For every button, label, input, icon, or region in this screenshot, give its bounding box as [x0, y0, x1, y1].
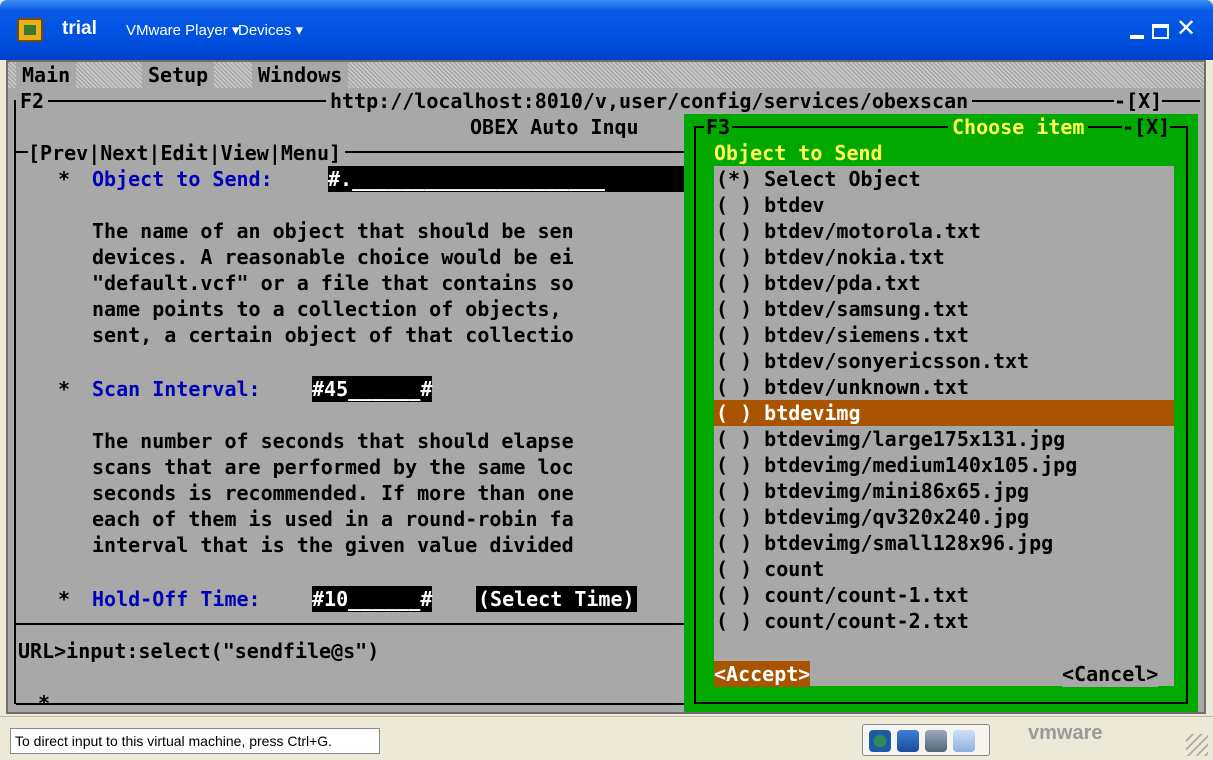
close-button[interactable]: ✕ [1176, 14, 1202, 44]
tui-menu-windows[interactable]: Windows [252, 62, 349, 88]
footer-mark: * [38, 691, 51, 714]
scan-help-4: each of them is used in a round-robin fa [92, 507, 574, 531]
window-title: trial [62, 18, 97, 39]
list-item[interactable]: ( ) btdev/samsung.txt [714, 296, 1174, 322]
object-bullet: * [58, 167, 71, 191]
f3-close-button[interactable]: -[X] [1122, 114, 1171, 140]
url-bottom-rule [16, 703, 688, 705]
list-item[interactable]: ( ) btdev/unknown.txt [714, 374, 1174, 400]
object-help-2: devices. A reasonable choice would be ei [92, 245, 574, 269]
vmware-player-menu[interactable]: VMware Player ▾ [126, 21, 239, 39]
list-item[interactable]: ( ) btdev/motorola.txt [714, 218, 1174, 244]
scan-interval-label: Scan Interval: [92, 377, 261, 401]
object-help-4: name points to a collection of objects, [92, 297, 562, 321]
usb-device-icon[interactable] [953, 730, 975, 752]
device-tray [862, 724, 990, 756]
list-item[interactable]: ( ) btdev [714, 192, 1174, 218]
object-to-send-input[interactable]: #._____________________ [328, 166, 688, 192]
resize-grip-icon[interactable] [1186, 734, 1208, 756]
maximize-button[interactable] [1152, 24, 1169, 39]
f3-right-border [1186, 126, 1188, 704]
window-titlebar: trial VMware Player ▾ Devices ▾ ✕ [0, 0, 1213, 60]
status-message: To direct input to this virtual machine,… [10, 728, 380, 754]
list-item[interactable]: ( ) btdevimg/large175x131.jpg [714, 426, 1174, 452]
cancel-button[interactable]: <Cancel> [1062, 661, 1159, 687]
f3-bottom-border [694, 702, 1188, 704]
f2-nav-bar[interactable]: [Prev|Next|Edit|View|Menu] [28, 140, 346, 166]
f2-close-button[interactable]: -[X] [1114, 88, 1163, 114]
list-item[interactable]: ( ) btdev/sonyericsson.txt [714, 348, 1174, 374]
tui-menu-main[interactable]: Main [16, 62, 77, 88]
list-item-selected[interactable]: ( ) btdevimg [714, 400, 1174, 426]
tui-menu-setup[interactable]: Setup [142, 62, 215, 88]
cd-drive-icon[interactable] [869, 730, 891, 752]
url-command-line[interactable]: URL>input:select("sendfile@s") [18, 638, 379, 664]
tui-menubar: Main Setup Windows [8, 62, 1204, 88]
sound-card-icon[interactable] [925, 730, 947, 752]
f3-top-border [694, 126, 1188, 128]
list-item[interactable]: ( ) btdevimg/qv320x240.jpg [714, 504, 1174, 530]
list-item[interactable]: ( ) btdevimg/medium140x105.jpg [714, 452, 1174, 478]
list-item[interactable]: ( ) count/count-2.txt [714, 608, 1174, 634]
list-item[interactable]: ( ) btdev/nokia.txt [714, 244, 1174, 270]
object-help-5: sent, a certain object of that collectio [92, 323, 574, 347]
f3-left-border [694, 126, 696, 704]
choose-item-dialog: F3 Choose item -[X] Object to Send (*) S… [684, 114, 1198, 712]
list-item[interactable]: ( ) btdevimg/small128x96.jpg [714, 530, 1174, 556]
scan-help-1: The number of seconds that should elapse [92, 429, 574, 453]
scan-help-3: seconds is recommended. If more than one [92, 481, 574, 505]
list-item[interactable]: ( ) count/count-1.txt [714, 582, 1174, 608]
object-to-send-label: Object to Send: [92, 167, 273, 191]
hold-off-time-input[interactable]: #10______# [312, 586, 433, 612]
select-time-button[interactable]: (Select Time) [476, 586, 637, 612]
url-top-rule [16, 623, 688, 625]
list-item[interactable]: (*) Select Object [714, 166, 1174, 192]
scan-help-5: interval that is the given value divided [92, 533, 574, 557]
devices-menu[interactable]: Devices ▾ [238, 21, 303, 39]
hold-bullet: * [58, 587, 71, 611]
object-help-3: "default.vcf" or a file that contains so [92, 271, 574, 295]
scan-bullet: * [58, 377, 71, 401]
hold-off-time-label: Hold-Off Time: [92, 587, 261, 611]
list-item[interactable]: ( ) count [714, 556, 1174, 582]
f2-left-border [14, 100, 16, 704]
network-adapter-icon[interactable] [897, 730, 919, 752]
vmware-app-icon[interactable] [17, 18, 43, 42]
list-item[interactable]: ( ) btdev/siemens.txt [714, 322, 1174, 348]
vmware-logo: vmware [1028, 722, 1103, 744]
scan-interval-input[interactable]: #45______# [312, 376, 433, 402]
f3-title: Choose item [948, 114, 1089, 140]
scan-help-2: scans that are performed by the same loc [92, 455, 574, 479]
object-help-1: The name of an object that should be sen [92, 219, 574, 243]
f3-window-id: F3 [704, 114, 733, 140]
list-item[interactable]: ( ) btdev/pda.txt [714, 270, 1174, 296]
f3-heading: Object to Send [714, 141, 883, 165]
f2-subtitle: OBEX Auto Inqu [470, 115, 639, 139]
vm-screen[interactable]: Main Setup Windows F2 http://localhost:8… [6, 60, 1206, 714]
f2-window-id: F2 [16, 88, 49, 114]
item-list[interactable]: (*) Select Object ( ) btdev ( ) btdev/mo… [714, 166, 1174, 686]
accept-button[interactable]: <Accept> [714, 661, 811, 687]
minimize-button[interactable] [1126, 16, 1152, 42]
f2-url-title: http://localhost:8010/v,user/config/serv… [326, 88, 973, 114]
list-item[interactable]: ( ) btdevimg/mini86x65.jpg [714, 478, 1174, 504]
